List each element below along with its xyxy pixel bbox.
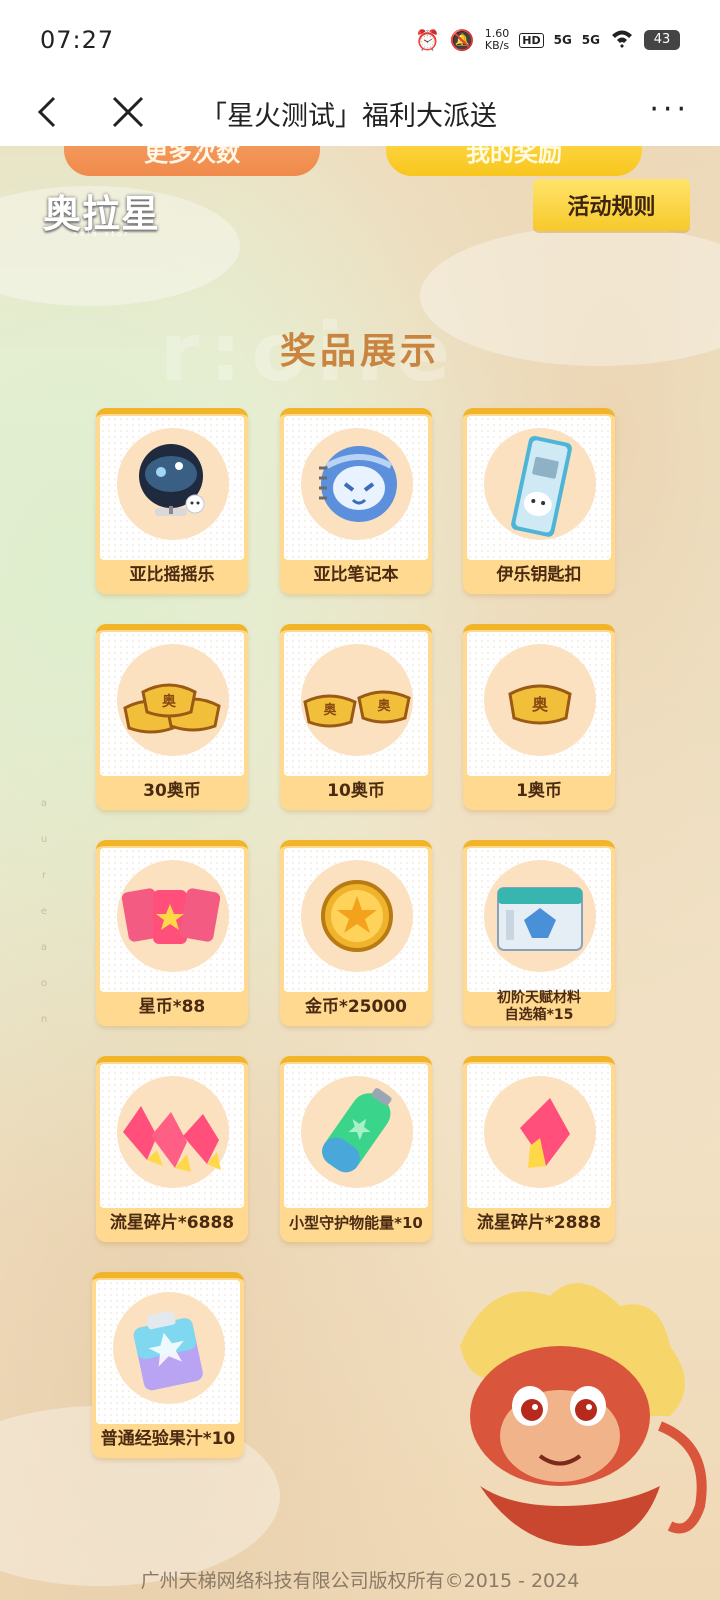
globe-figure-icon (139, 444, 205, 516)
coin-pair-icon: 奥 奥 (303, 690, 411, 728)
copyright-footer: 广州天梯网络科技有限公司版权所有©2015 - 2024 (140, 1570, 580, 1592)
prize-image-area (467, 1064, 611, 1208)
net-speed-unit: KB/s (484, 39, 510, 52)
signal-2-icon: 5G (581, 33, 600, 47)
page-title: 「星火测试」福利大派送 (200, 101, 497, 132)
prize-label: 流星碎片*6888 (109, 1213, 235, 1233)
status-icons: ⏰ 🔕 1.60 KB/s HD 5G 5G 43 (415, 28, 680, 53)
nav-bar: 「星火测试」福利大派送 ··· (0, 80, 720, 146)
alarm-icon: ⏰ (414, 28, 440, 52)
svg-text:奥: 奥 (162, 693, 177, 710)
prize-label: 小型守护物能量*10 (289, 1213, 423, 1232)
prize-image-area (467, 416, 611, 560)
prize-card: 星币*88 (96, 840, 248, 1026)
battery-icon: 43 (644, 30, 680, 50)
star-ticket-icon (121, 888, 221, 944)
svg-text:奥: 奥 (323, 702, 337, 718)
prize-card: 奥 1奥币 (463, 624, 615, 810)
prize-image-area: 奥 奥 (284, 632, 428, 776)
prize-image-area (100, 416, 244, 560)
close-icon[interactable] (108, 92, 148, 132)
signal-1-icon: 5G (553, 33, 572, 47)
event-content: 更多次数 我的奖励 奥拉星 aola star 活动规则 r:oi:e 奖品展示… (0, 146, 720, 1600)
prize-label: 伊乐钥匙扣 (496, 565, 582, 585)
my-rewards-button[interactable]: 我的奖励 (386, 146, 642, 176)
prize-card: 流星碎片*2888 (463, 1056, 615, 1242)
prize-card: 金币*25000 (280, 840, 432, 1026)
wifi-icon (610, 28, 634, 53)
prize-label: 普通经验果汁*10 (100, 1429, 236, 1449)
more-icon[interactable]: ··· (649, 95, 690, 125)
prize-card: 亚比摇摇乐 (96, 408, 248, 594)
prize-label: 星币*88 (138, 997, 206, 1017)
mute-icon: 🔕 (449, 28, 475, 52)
prize-label: 1奥币 (516, 781, 562, 801)
coin-stack-icon: 奥 (123, 683, 221, 734)
status-bar: 07:27 ⏰ 🔕 1.60 KB/s HD 5G 5G 43 (0, 0, 720, 80)
prize-card: 亚比笔记本 (280, 408, 432, 594)
prize-image-area (284, 416, 428, 560)
net-speed: 1.60 KB/s (485, 28, 510, 52)
logo-subtext: aola star (72, 230, 131, 238)
juice-box-icon (133, 1310, 203, 1391)
meteor-shards-icon (123, 1106, 221, 1172)
prize-card: 小型守护物能量*10 (280, 1056, 432, 1242)
section-title: 奖品展示 (279, 331, 440, 372)
prize-label: 亚比摇摇乐 (129, 565, 215, 585)
coin-icon: 奥 (508, 684, 572, 725)
prize-image-area: 奥 (467, 632, 611, 776)
svg-text:奥: 奥 (377, 698, 391, 714)
activity-rules-button[interactable]: 活动规则 (533, 179, 690, 231)
prize-image-area (96, 1280, 240, 1424)
chest-icon (497, 887, 583, 951)
prize-label: 10奥币 (327, 781, 385, 801)
prize-card: 伊乐钥匙扣 (463, 408, 615, 594)
prize-label: 流星碎片*2888 (476, 1213, 602, 1233)
gold-coin-icon (321, 880, 393, 952)
more-chances-button[interactable]: 更多次数 (64, 146, 320, 176)
meteor-shard-icon (520, 1098, 570, 1168)
prize-image-area: 奥 (100, 632, 244, 776)
prize-image-area (100, 1064, 244, 1208)
prize-image-area (467, 848, 611, 992)
prize-image-area (284, 1064, 428, 1208)
prize-card: 流星碎片*6888 (96, 1056, 248, 1242)
prize-image-area (284, 848, 428, 992)
prize-image-area (100, 848, 244, 992)
prize-label: 亚比笔记本 (313, 565, 399, 585)
energy-battery-icon (322, 1088, 392, 1173)
prize-card: 奥 30奥币 (96, 624, 248, 810)
prize-label: 30奥币 (143, 781, 201, 801)
keychain-icon (511, 435, 572, 537)
decorative-letters: a u r e a o n (40, 798, 48, 1025)
prize-card: 奥 奥 10奥币 (280, 624, 432, 810)
game-logo: 奥拉星 aola star (14, 180, 189, 240)
hd-icon: HD (519, 32, 544, 48)
notebook-icon (319, 446, 397, 522)
mascot-illustration (460, 1283, 707, 1546)
status-time: 07:27 (40, 26, 115, 54)
prize-card: 普通经验果汁*10 (92, 1272, 244, 1458)
svg-text:奥: 奥 (532, 695, 549, 714)
prize-label: 初阶天赋材料 自选箱*15 (497, 990, 581, 1023)
prize-card: 初阶天赋材料 自选箱*15 (463, 840, 615, 1026)
prize-label: 金币*25000 (304, 997, 408, 1017)
back-icon[interactable] (30, 92, 70, 132)
